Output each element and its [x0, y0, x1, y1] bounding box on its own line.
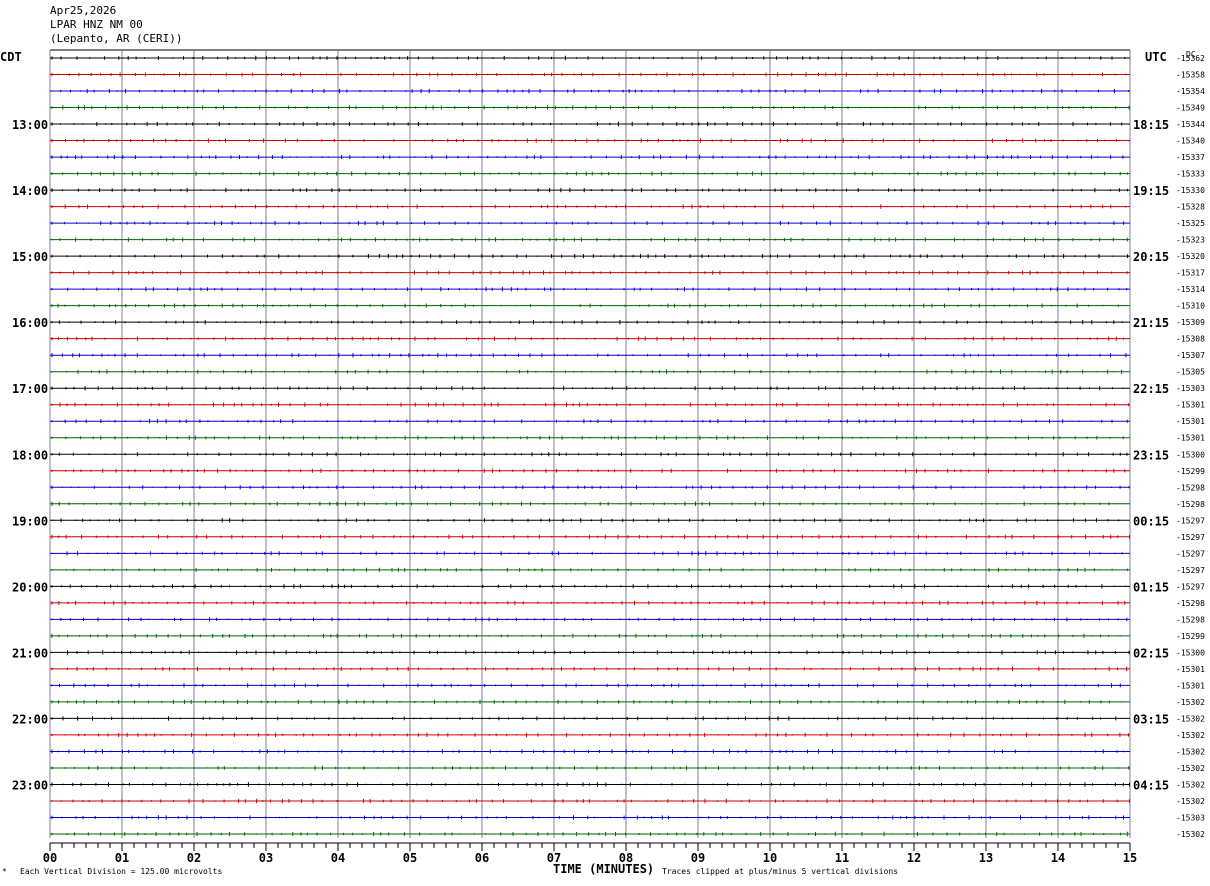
- x-tick-label: 14: [1051, 851, 1065, 865]
- dc-offset-label: -15298: [1176, 599, 1205, 608]
- dc-offset-label: -15301: [1176, 417, 1205, 426]
- dc-offset-label: -15354: [1176, 87, 1205, 96]
- cdt-hour-label: 22:00: [12, 712, 48, 726]
- dc-offset-label: -15302: [1176, 731, 1205, 740]
- utc-hour-label: 00:15: [1133, 514, 1169, 528]
- dc-offset-label: -15328: [1176, 203, 1205, 212]
- cdt-hour-label: 23:00: [12, 778, 48, 792]
- clip-note: Traces clipped at plus/minus 5 vertical …: [662, 867, 899, 876]
- dc-offset-label: -15317: [1176, 269, 1205, 278]
- cdt-hour-label: 18:00: [12, 448, 48, 462]
- dc-offset-label: -15302: [1176, 698, 1205, 707]
- dc-offset-label: -15300: [1176, 450, 1205, 459]
- utc-hour-label: 02:15: [1133, 646, 1169, 660]
- dc-offset-label: -15344: [1176, 120, 1205, 129]
- dc-offset-label: -15323: [1176, 236, 1205, 245]
- x-tick-label: 09: [691, 851, 705, 865]
- dc-offset-label: -15330: [1176, 186, 1205, 195]
- dc-offset-label: -15302: [1176, 714, 1205, 723]
- dc-offset-label: -15297: [1176, 533, 1205, 542]
- x-axis-title: TIME (MINUTES): [553, 862, 655, 876]
- dc-offset-label: -15301: [1176, 681, 1205, 690]
- dc-offset-label: -15301: [1176, 665, 1205, 674]
- utc-hour-label: 03:15: [1133, 712, 1169, 726]
- x-tick-label: 11: [835, 851, 849, 865]
- utc-hour-label: 19:15: [1133, 184, 1169, 198]
- dc-offset-label: -15299: [1176, 632, 1205, 641]
- x-tick-label: 00: [43, 851, 57, 865]
- x-tick-label: 10: [763, 851, 777, 865]
- scale-note-icon: *: [2, 867, 7, 876]
- x-tick-label: 05: [403, 851, 417, 865]
- dc-offset-label: -15314: [1176, 285, 1205, 294]
- dc-offset-label: -15333: [1176, 170, 1205, 179]
- dc-offset-label: -15301: [1176, 434, 1205, 443]
- cdt-hour-label: 21:00: [12, 646, 48, 660]
- utc-hour-label: 23:15: [1133, 448, 1169, 462]
- utc-hour-label: 18:15: [1133, 118, 1169, 132]
- dc-offset-label: -15297: [1176, 566, 1205, 575]
- utc-hour-label: 01:15: [1133, 580, 1169, 594]
- dc-offset-label: -15298: [1176, 500, 1205, 509]
- right-timezone-label: UTC: [1145, 50, 1167, 64]
- dc-offset-label: -15349: [1176, 104, 1205, 113]
- seismogram-chart: -15362-15358-15354-15349-15344-15340-153…: [0, 49, 1205, 865]
- x-tick-label: 04: [331, 851, 345, 865]
- dc-offset-label: -15302: [1176, 797, 1205, 806]
- x-tick-label: 13: [979, 851, 993, 865]
- dc-offset-label: -15302: [1176, 747, 1205, 756]
- cdt-hour-label: 13:00: [12, 118, 48, 132]
- dc-offset-label: -15309: [1176, 318, 1205, 327]
- dc-offset-label: -15320: [1176, 252, 1205, 261]
- cdt-hour-label: 16:00: [12, 316, 48, 330]
- dc-offset-label: -15297: [1176, 549, 1205, 558]
- dc-offset-label: -15305: [1176, 368, 1205, 377]
- cdt-hour-label: 17:00: [12, 382, 48, 396]
- dc-offset-label: -15298: [1176, 483, 1205, 492]
- dc-offset-label: -15302: [1176, 780, 1205, 789]
- scale-note: Each Vertical Division = 125.00 microvol…: [20, 867, 223, 876]
- cdt-hour-label: 14:00: [12, 184, 48, 198]
- x-tick-label: 01: [115, 851, 129, 865]
- dc-offset-label: -15310: [1176, 302, 1205, 311]
- dc-offset-label: -15308: [1176, 335, 1205, 344]
- cdt-hour-label: 15:00: [12, 250, 48, 264]
- x-tick-label: 02: [187, 851, 201, 865]
- dc-offset-label: -15325: [1176, 219, 1205, 228]
- dc-offset-label: -15297: [1176, 582, 1205, 591]
- utc-hour-label: 20:15: [1133, 250, 1169, 264]
- dc-offset-label: -15298: [1176, 615, 1205, 624]
- x-tick-label: 06: [475, 851, 489, 865]
- dc-header-label: DC: [1186, 50, 1196, 59]
- dc-offset-label: -15340: [1176, 137, 1205, 146]
- cdt-hour-label: 20:00: [12, 580, 48, 594]
- utc-hour-label: 04:15: [1133, 778, 1169, 792]
- dc-offset-label: -15299: [1176, 467, 1205, 476]
- dc-offset-label: -15303: [1176, 813, 1205, 822]
- dc-offset-label: -15358: [1176, 71, 1205, 80]
- dc-offset-label: -15307: [1176, 351, 1205, 360]
- utc-hour-label: 22:15: [1133, 382, 1169, 396]
- x-tick-label: 03: [259, 851, 273, 865]
- dc-offset-label: -15301: [1176, 401, 1205, 410]
- left-timezone-label: CDT: [0, 50, 22, 64]
- dc-offset-label: -15302: [1176, 764, 1205, 773]
- x-tick-label: 15: [1123, 851, 1137, 865]
- dc-offset-label: -15297: [1176, 516, 1205, 525]
- utc-hour-label: 21:15: [1133, 316, 1169, 330]
- cdt-hour-label: 19:00: [12, 514, 48, 528]
- dc-offset-label: -15300: [1176, 648, 1205, 657]
- dc-offset-label: -15303: [1176, 384, 1205, 393]
- x-tick-label: 12: [907, 851, 921, 865]
- dc-offset-label: -15337: [1176, 153, 1205, 162]
- dc-offset-label: -15302: [1176, 830, 1205, 839]
